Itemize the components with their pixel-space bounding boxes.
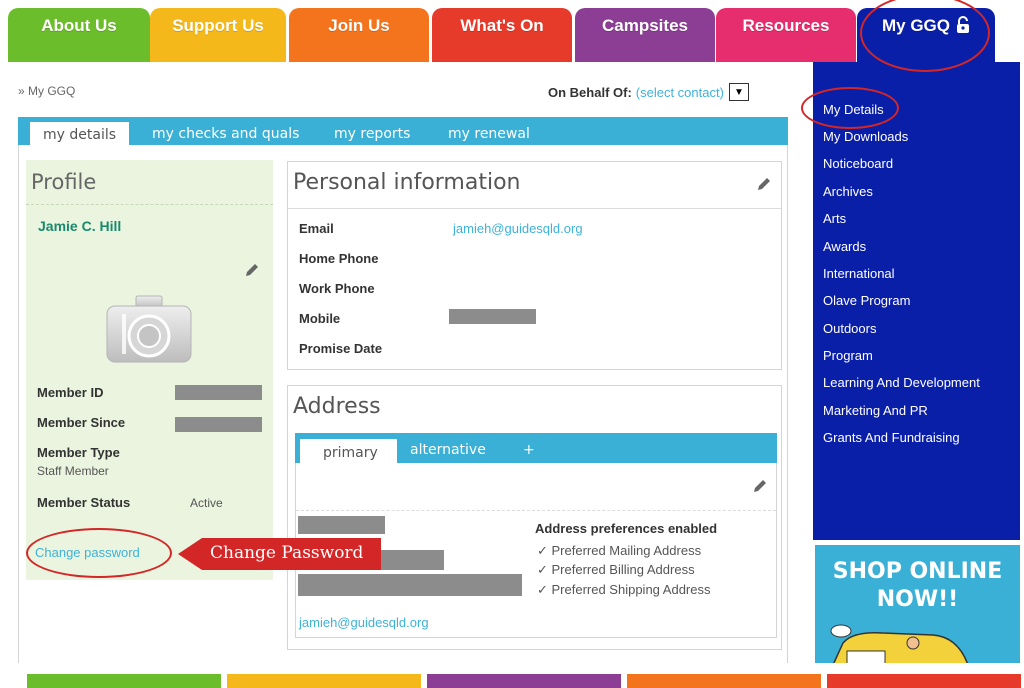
tab-address-primary[interactable]: primary <box>300 439 397 463</box>
annotation-circle-change-password <box>26 528 172 578</box>
nav-tab-campsites[interactable]: Campsites <box>575 8 715 62</box>
footer-color-bar <box>827 674 1021 688</box>
change-password-callout: Change Password <box>178 538 382 570</box>
member-type-value: Staff Member <box>37 464 109 478</box>
pref-billing: ✓ Preferred Billing Address <box>537 562 695 577</box>
personal-info-panel: Personal information Email jamieh@guides… <box>287 161 782 370</box>
edit-pencil-icon[interactable] <box>752 478 768 499</box>
member-id-label: Member ID <box>37 385 104 400</box>
contact-dropdown-button[interactable]: ▼ <box>728 83 749 101</box>
nav-tab-whats-on[interactable]: What's On <box>432 8 572 62</box>
shop-banner-line1: SHOP ONLINE <box>832 559 1003 584</box>
sidebar-item-marketing-and-pr[interactable]: Marketing And PR <box>823 403 928 418</box>
address-line-redacted <box>298 516 385 534</box>
sidebar-item-arts[interactable]: Arts <box>823 211 846 226</box>
mobile-value-redacted <box>449 309 536 324</box>
sidebar-item-archives[interactable]: Archives <box>823 184 873 199</box>
on-behalf-of-label: On Behalf Of: <box>548 84 632 100</box>
nav-tab-label: About Us <box>41 16 117 35</box>
email-label: Email <box>299 221 334 236</box>
cartoon-car-image <box>823 621 973 663</box>
divider <box>26 204 273 205</box>
nav-tab-about-us[interactable]: About Us <box>8 8 150 62</box>
member-since-value-redacted <box>175 417 262 432</box>
shop-banner-line2: NOW!! <box>876 587 959 612</box>
member-status-label: Member Status <box>37 495 131 510</box>
footer-color-bar <box>227 674 421 688</box>
edit-pencil-icon[interactable] <box>244 262 260 283</box>
breadcrumb[interactable]: » My GGQ <box>18 84 75 98</box>
address-line-redacted <box>298 574 522 596</box>
camera-icon[interactable] <box>106 294 192 364</box>
callout-arrow <box>178 538 202 570</box>
email-value[interactable]: jamieh@guidesqld.org <box>453 221 583 236</box>
sidebar-item-my-downloads[interactable]: My Downloads <box>823 129 908 144</box>
sidebar-item-outdoors[interactable]: Outdoors <box>823 321 876 336</box>
tab-my-reports[interactable]: my reports <box>334 117 410 145</box>
member-status-value: Active <box>190 496 223 510</box>
nav-tab-label: Resources <box>742 16 830 35</box>
sidebar-item-international[interactable]: International <box>823 266 895 281</box>
profile-panel: Profile Jamie C. Hill Member ID Member S… <box>26 160 273 580</box>
add-address-button[interactable]: + <box>523 433 535 463</box>
sidebar: My Details My Downloads Noticeboard Arch… <box>813 62 1020 540</box>
on-behalf-of: On Behalf Of: (select contact) ▼ <box>548 83 749 101</box>
nav-tab-label: Join Us <box>328 16 390 35</box>
pref-shipping: ✓ Preferred Shipping Address <box>537 582 711 597</box>
sidebar-item-olave-program[interactable]: Olave Program <box>823 293 910 308</box>
sidebar-item-learning-and-development[interactable]: Learning And Development <box>823 375 980 390</box>
member-name: Jamie C. Hill <box>38 218 122 234</box>
nav-tab-resources[interactable]: Resources <box>716 8 856 62</box>
address-tab-strip: primary alternative + <box>295 433 777 463</box>
pref-mailing: ✓ Preferred Mailing Address <box>537 543 702 558</box>
address-preferences-title: Address preferences enabled <box>535 521 718 536</box>
divider <box>296 510 776 511</box>
sidebar-item-noticeboard[interactable]: Noticeboard <box>823 156 893 171</box>
sidebar-item-program[interactable]: Program <box>823 348 873 363</box>
member-since-label: Member Since <box>37 415 126 430</box>
address-email[interactable]: jamieh@guidesqld.org <box>299 615 429 630</box>
address-heading: Address <box>293 394 381 419</box>
chevron-down-icon: ▼ <box>733 86 744 98</box>
tab-address-alternative[interactable]: alternative <box>410 433 486 463</box>
footer-color-bar <box>27 674 221 688</box>
edit-pencil-icon[interactable] <box>756 176 772 197</box>
footer-color-bar <box>627 674 821 688</box>
footer-color-bar <box>427 674 621 688</box>
nav-tab-join-us[interactable]: Join Us <box>289 8 429 62</box>
member-type-label: Member Type <box>37 445 120 460</box>
member-id-value-redacted <box>175 385 262 400</box>
sidebar-item-awards[interactable]: Awards <box>823 239 866 254</box>
profile-heading: Profile <box>31 170 97 194</box>
shop-online-banner[interactable]: SHOP ONLINE NOW!! <box>815 545 1020 663</box>
tab-my-renewal[interactable]: my renewal <box>448 117 530 145</box>
callout-label: Change Password <box>202 538 382 570</box>
tab-my-checks-and-quals[interactable]: my checks and quals <box>152 117 299 145</box>
main-tab-strip: my details my checks and quals my report… <box>18 117 788 146</box>
mobile-label: Mobile <box>299 311 341 326</box>
select-contact-link[interactable]: (select contact) <box>636 85 724 100</box>
sidebar-item-grants-and-fundraising[interactable]: Grants And Fundraising <box>823 430 960 445</box>
nav-tab-label: What's On <box>460 16 544 35</box>
home-phone-label: Home Phone <box>299 251 379 266</box>
promise-date-label: Promise Date <box>299 341 383 356</box>
divider <box>288 208 781 209</box>
nav-tab-label: Support Us <box>172 16 264 35</box>
annotation-circle-my-details <box>801 87 899 129</box>
nav-tab-support-us[interactable]: Support Us <box>150 8 286 62</box>
personal-info-heading: Personal information <box>293 170 521 195</box>
nav-tab-label: Campsites <box>602 16 688 35</box>
tab-my-details[interactable]: my details <box>30 122 130 146</box>
work-phone-label: Work Phone <box>299 281 375 296</box>
